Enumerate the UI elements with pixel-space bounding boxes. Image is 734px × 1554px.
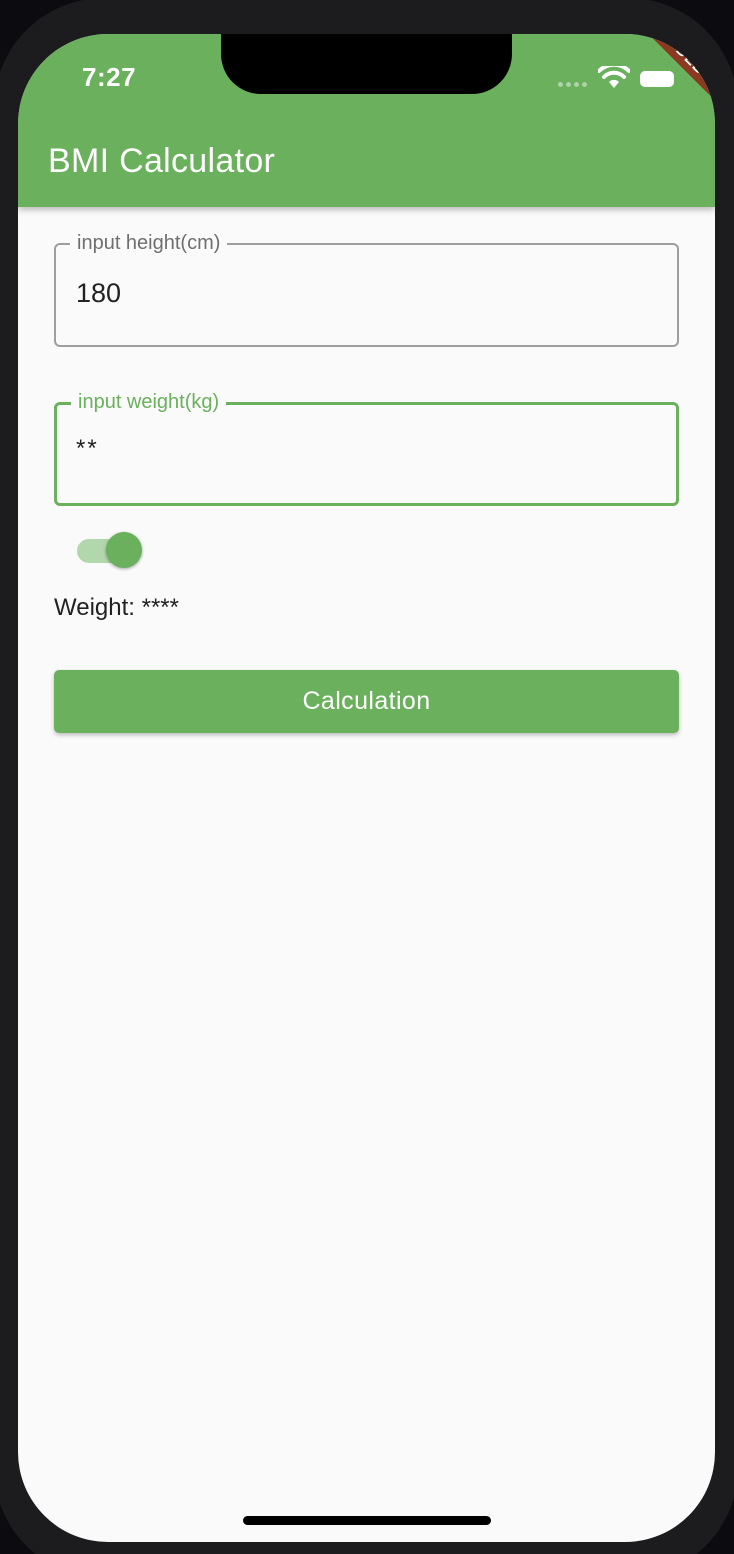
cellular-signal-icon xyxy=(558,82,588,88)
height-input-value[interactable]: 180 xyxy=(76,278,121,309)
calculation-button[interactable]: Calculation xyxy=(54,670,679,733)
toggle-thumb[interactable] xyxy=(106,532,142,568)
wifi-icon xyxy=(598,66,630,88)
status-time: 7:27 xyxy=(82,62,137,92)
weight-input-label: input weight(kg) xyxy=(71,389,227,415)
page-title: BMI Calculator xyxy=(48,142,276,180)
battery-icon xyxy=(640,71,674,87)
home-indicator[interactable] xyxy=(243,1516,491,1525)
weight-display: Weight: **** xyxy=(54,594,179,621)
app-bar: 7:27 DEBUG BMI Calculator xyxy=(18,34,715,207)
height-input-label: input height(cm) xyxy=(70,230,228,256)
device-frame: 7:27 DEBUG BMI Calculator input height(c… xyxy=(0,0,734,1554)
weight-visibility-toggle[interactable] xyxy=(77,532,142,568)
app-screen: 7:27 DEBUG BMI Calculator input height(c… xyxy=(18,34,715,1542)
weight-input[interactable]: input weight(kg) ** xyxy=(54,389,679,506)
height-input[interactable]: input height(cm) 180 xyxy=(54,230,679,347)
weight-input-value[interactable]: ** xyxy=(76,435,99,463)
camera-notch xyxy=(221,34,512,94)
